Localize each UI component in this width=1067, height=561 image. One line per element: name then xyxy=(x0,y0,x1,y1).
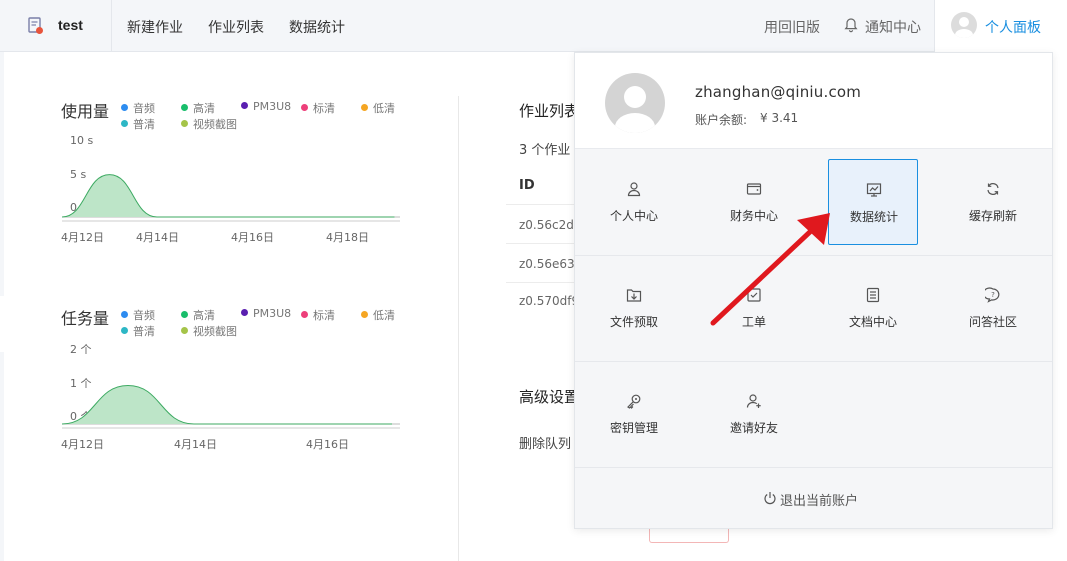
advanced-settings-title: 高级设置 xyxy=(519,388,580,406)
svg-text:?: ? xyxy=(991,291,995,299)
menu-item-ticket[interactable]: 工单 xyxy=(709,265,799,351)
legend-item[interactable]: 音频 xyxy=(121,100,155,116)
brand[interactable]: test xyxy=(0,0,112,51)
menu-item-data-statistics[interactable]: 数据统计 xyxy=(828,159,918,245)
legend-item[interactable]: 低清 xyxy=(361,307,395,323)
x-tick-label: 4月14日 xyxy=(174,438,217,451)
logout-area: 退出当前账户 xyxy=(575,467,1052,528)
menu-item-label: 密钥管理 xyxy=(609,421,658,435)
chart-icon xyxy=(866,183,882,197)
job-list-title: 作业列表 xyxy=(519,102,580,120)
job-id-header: ID xyxy=(519,178,535,193)
power-icon xyxy=(764,492,776,505)
menu-item-label: 个人中心 xyxy=(609,209,658,223)
chat-icon: ? xyxy=(985,287,1000,303)
legend-item[interactable]: 普清 xyxy=(121,116,155,132)
legend-item[interactable]: 音频 xyxy=(121,307,155,323)
legend-item[interactable]: 视频截图 xyxy=(181,116,237,132)
shortcut-grid: 个人中心 财务中心 数据统计 缓存刷新 文件预取 工单 文档中心 ? 问答社区 … xyxy=(575,149,1052,467)
legend-item[interactable]: PM3U8 xyxy=(241,307,291,320)
series-area xyxy=(62,174,395,217)
usage-chart-title: 使用量 xyxy=(61,102,110,121)
nav-new-job[interactable]: 新建作业 xyxy=(127,17,183,37)
wallet-icon xyxy=(746,183,762,195)
divider xyxy=(575,255,1052,256)
menu-item-docs-center[interactable]: 文档中心 xyxy=(828,265,918,351)
personal-panel-dropdown: zhanghan@qiniu.com 账户余额: ¥ 3.41 个人中心 财务中… xyxy=(574,52,1053,529)
invite-icon xyxy=(746,394,761,408)
left-edge-gap xyxy=(0,296,4,352)
app-logo-icon xyxy=(28,17,43,34)
menu-item-file-prefetch[interactable]: 文件预取 xyxy=(589,265,679,351)
ticket-icon xyxy=(747,288,761,302)
notification-center-link[interactable]: 通知中心 xyxy=(865,17,921,37)
x-tick-label: 4月16日 xyxy=(231,231,274,244)
divider xyxy=(506,243,574,244)
job-id-link[interactable]: z0.570df9 xyxy=(519,294,579,308)
key-icon xyxy=(627,394,641,409)
menu-item-key-management[interactable]: 密钥管理 xyxy=(589,371,679,457)
series-area xyxy=(62,385,392,424)
menu-item-label: 邀请好友 xyxy=(729,421,778,435)
menu-item-label: 缓存刷新 xyxy=(968,209,1017,223)
menu-item-label: 问答社区 xyxy=(968,315,1017,329)
task-area-chart xyxy=(62,384,400,429)
document-icon xyxy=(866,287,880,303)
account-email: zhanghan@qiniu.com xyxy=(695,83,862,101)
menu-item-personal-center[interactable]: 个人中心 xyxy=(589,159,679,245)
legend-item[interactable]: 高清 xyxy=(181,100,215,116)
legend-item[interactable]: 标清 xyxy=(301,307,335,323)
x-tick-label: 4月18日 xyxy=(326,231,369,244)
legend-item[interactable]: 低清 xyxy=(361,100,395,116)
logout-button[interactable]: 退出当前账户 xyxy=(780,490,858,509)
x-tick-label: 4月12日 xyxy=(61,438,104,451)
task-chart-title: 任务量 xyxy=(61,309,110,328)
legend-item[interactable]: 标清 xyxy=(301,100,335,116)
column-divider xyxy=(458,96,459,561)
usage-area-chart xyxy=(62,174,400,222)
nav-job-list[interactable]: 作业列表 xyxy=(208,17,264,37)
user-icon xyxy=(627,182,641,197)
job-count: 3 个作业 xyxy=(519,143,571,158)
avatar-icon xyxy=(615,86,655,133)
nav-statistics[interactable]: 数据统计 xyxy=(289,17,345,37)
x-tick-label: 4月14日 xyxy=(136,231,179,244)
app-name: test xyxy=(58,17,83,33)
menu-item-label: 数据统计 xyxy=(849,210,898,224)
account-summary: zhanghan@qiniu.com 账户余额: ¥ 3.41 xyxy=(575,53,1052,149)
legend-item[interactable]: 视频截图 xyxy=(181,323,237,339)
job-id-link[interactable]: z0.56c2d0 xyxy=(519,218,582,232)
menu-item-cache-refresh[interactable]: 缓存刷新 xyxy=(948,159,1038,245)
personal-panel-label: 个人面板 xyxy=(985,20,1041,36)
avatar xyxy=(605,73,665,133)
legend-item[interactable]: 高清 xyxy=(181,307,215,323)
legend-item[interactable]: PM3U8 xyxy=(241,100,291,113)
old-version-link[interactable]: 用回旧版 xyxy=(764,17,820,37)
bell-icon xyxy=(844,18,858,33)
menu-item-label: 工单 xyxy=(741,315,766,329)
balance-label: 账户余额: xyxy=(695,113,748,127)
job-id-link[interactable]: z0.56e636 xyxy=(519,257,582,271)
menu-item-label: 文件预取 xyxy=(609,315,658,329)
top-navbar: test 新建作业 作业列表 数据统计 用回旧版 通知中心 个人面板 xyxy=(0,0,1067,52)
divider xyxy=(575,361,1052,362)
balance-value: ¥ 3.41 xyxy=(760,111,799,125)
x-tick-label: 4月12日 xyxy=(61,231,104,244)
legend-item[interactable]: 普清 xyxy=(121,323,155,339)
divider xyxy=(506,204,574,205)
menu-item-invite-friends[interactable]: 邀请好友 xyxy=(709,371,799,457)
menu-item-qa-community[interactable]: ? 问答社区 xyxy=(948,265,1038,351)
delete-queue-label: 删除队列 xyxy=(519,437,572,452)
menu-item-label: 财务中心 xyxy=(729,209,778,223)
menu-item-label: 文档中心 xyxy=(848,315,897,329)
x-tick-label: 4月16日 xyxy=(306,438,349,451)
download-icon xyxy=(626,289,642,302)
avatar xyxy=(951,12,977,38)
divider xyxy=(506,282,574,283)
avatar-icon xyxy=(955,17,973,38)
menu-item-finance-center[interactable]: 财务中心 xyxy=(709,159,799,245)
refresh-icon xyxy=(987,183,999,195)
personal-panel-tab[interactable]: 个人面板 xyxy=(934,0,1067,52)
